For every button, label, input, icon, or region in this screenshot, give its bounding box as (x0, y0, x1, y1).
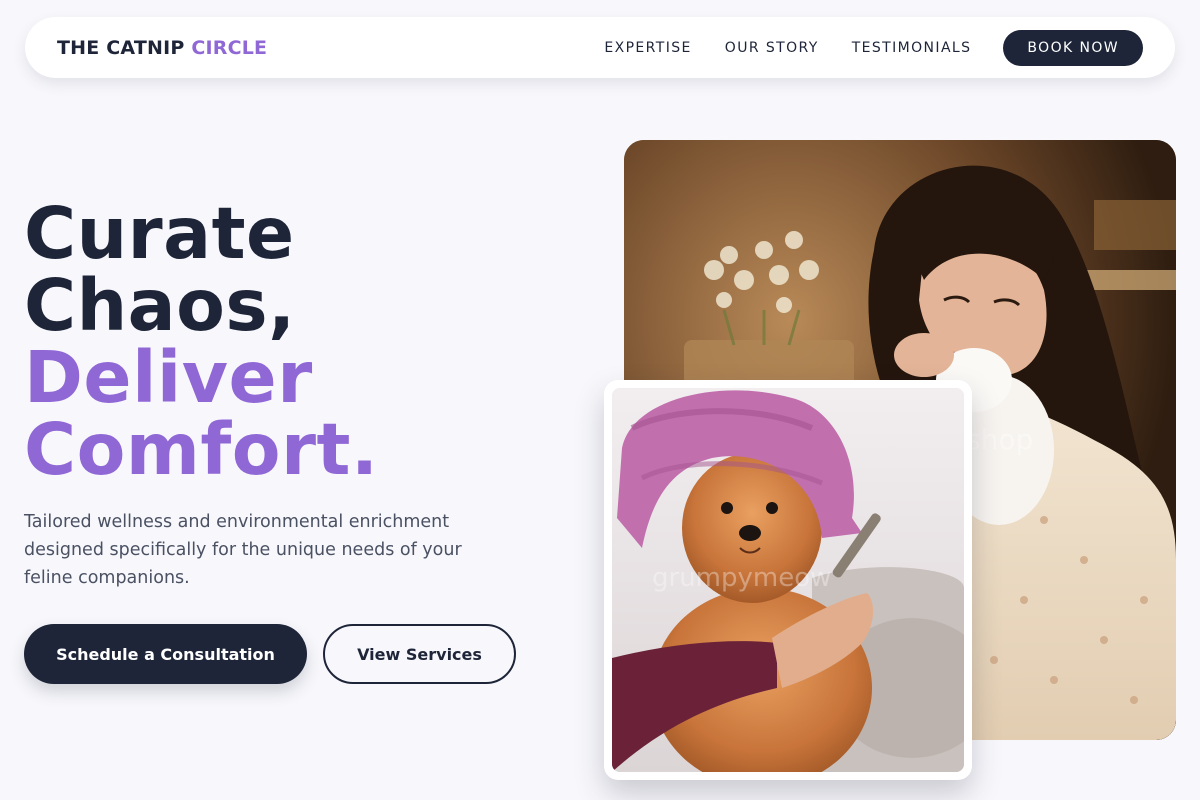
dog-with-towel-photo: grumpymeow (612, 388, 964, 772)
hero-title: Curate Chaos, Deliver Comfort. (24, 198, 378, 486)
brand-name-accent: CIRCLE (191, 36, 268, 59)
book-now-button[interactable]: BOOK NOW (1003, 29, 1143, 66)
main-nav: EXPERTISE OUR STORY TESTIMONIALS BOOK NO… (571, 29, 1143, 66)
main-photo-watermark: shop (966, 423, 1034, 456)
navbar: THE CATNIP CIRCLE EXPERTISE OUR STORY TE… (25, 17, 1175, 78)
photo-card-dog-grooming: grumpymeow (604, 380, 972, 780)
card-photo-watermark: grumpymeow (652, 563, 832, 593)
hero-title-line-2: Chaos, (24, 264, 296, 347)
schedule-consultation-button[interactable]: Schedule a Consultation (24, 624, 307, 684)
brand-name: THE CATNIP (57, 36, 185, 59)
hero-title-line-4: Comfort. (24, 408, 379, 491)
nav-link-testimonials[interactable]: TESTIMONIALS (852, 40, 972, 56)
hero-title-line-1: Curate (24, 192, 295, 275)
view-services-button[interactable]: View Services (323, 624, 516, 684)
brand-logo[interactable]: THE CATNIP CIRCLE (57, 37, 267, 59)
hero-title-line-3: Deliver (24, 336, 313, 419)
nav-link-our-story[interactable]: OUR STORY (725, 40, 819, 56)
nav-link-expertise[interactable]: EXPERTISE (604, 40, 691, 56)
hero-subtitle: Tailored wellness and environmental enri… (24, 512, 462, 588)
